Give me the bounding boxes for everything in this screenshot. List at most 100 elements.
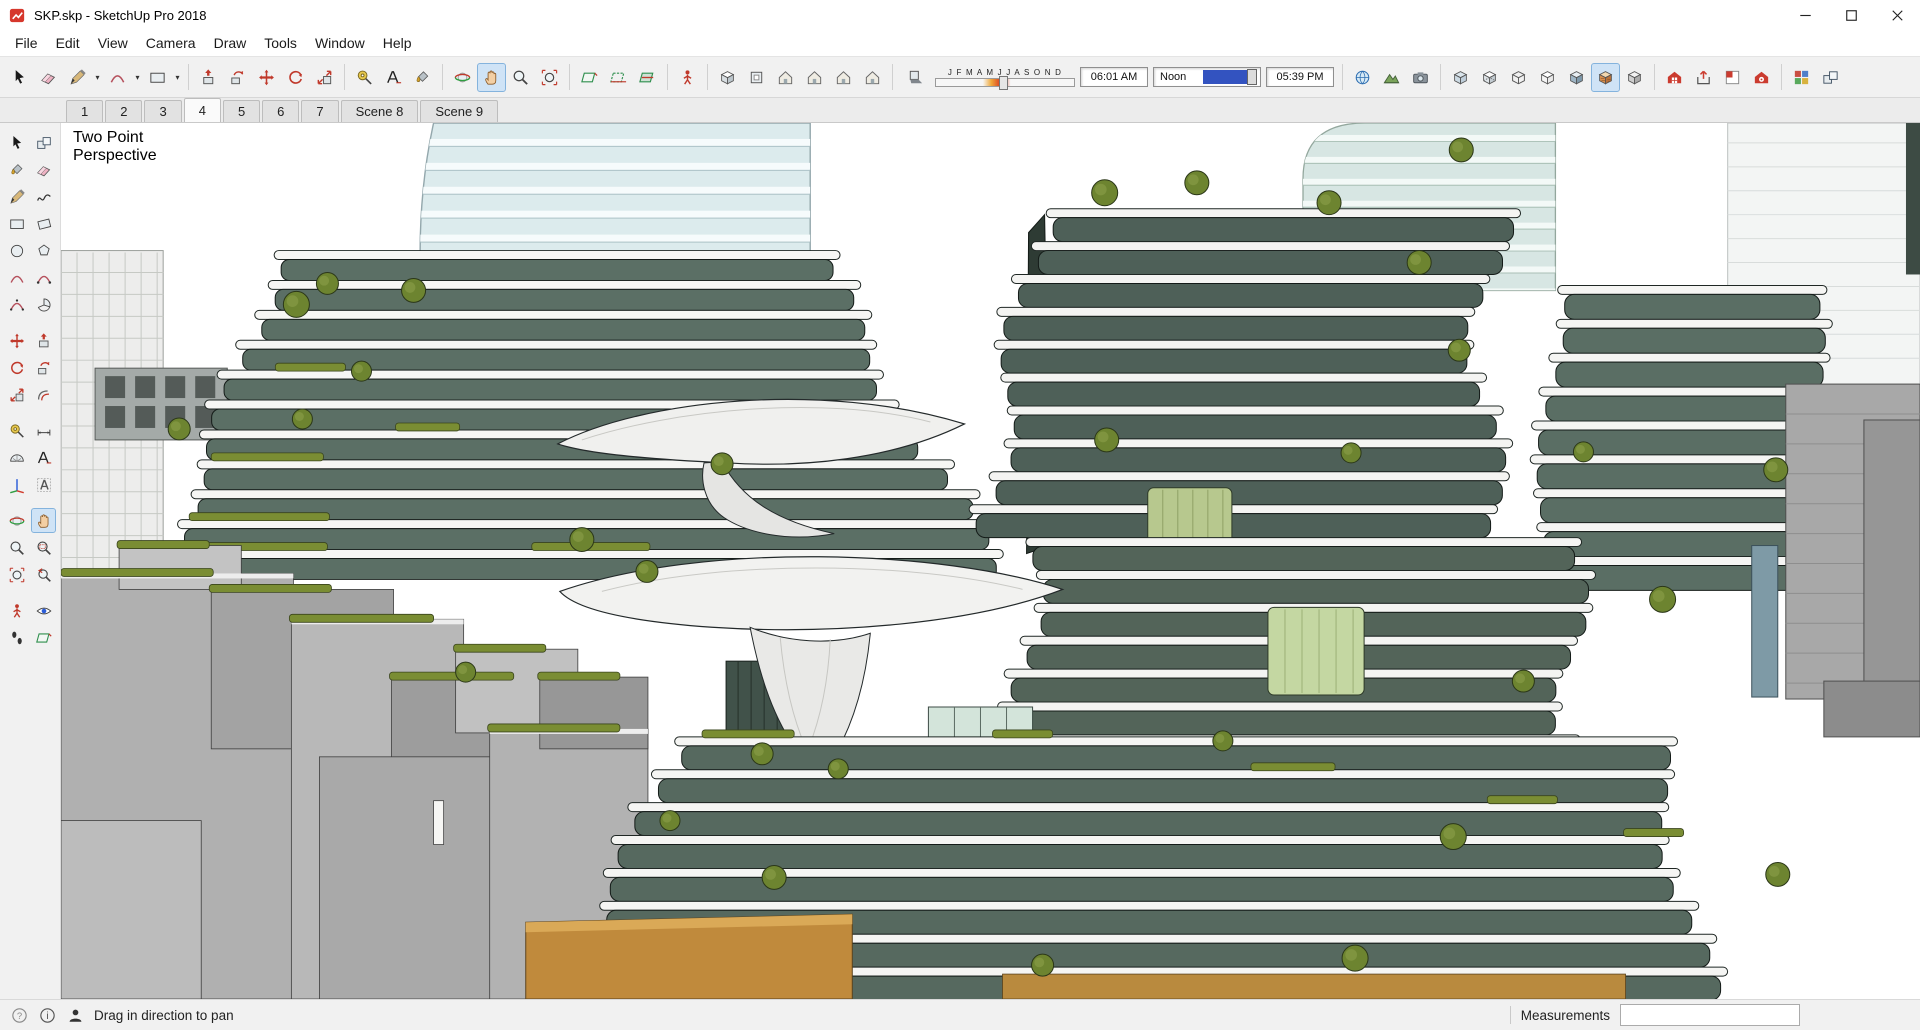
style-wireframe-button[interactable] bbox=[1504, 63, 1533, 92]
maximize-button[interactable] bbox=[1828, 0, 1874, 30]
menu-file[interactable]: File bbox=[6, 31, 47, 55]
scene-tab-7[interactable]: 7 bbox=[301, 100, 339, 122]
style-back-edges-button[interactable] bbox=[1475, 63, 1504, 92]
orbit-button[interactable] bbox=[448, 63, 477, 92]
shadow-time-end[interactable]: 05:39 PM bbox=[1266, 67, 1334, 87]
position-camera-button[interactable] bbox=[673, 63, 702, 92]
extension-warehouse-button[interactable] bbox=[1747, 63, 1776, 92]
scene-tab-scene-9[interactable]: Scene 9 bbox=[420, 100, 499, 122]
rectangle-dropdown[interactable]: ▾ bbox=[172, 63, 183, 92]
style-xray-button[interactable] bbox=[1446, 63, 1475, 92]
menu-window[interactable]: Window bbox=[306, 31, 374, 55]
tool-push-pull[interactable] bbox=[31, 328, 56, 353]
geolocation-user-icon[interactable] bbox=[66, 1006, 85, 1025]
tool-zoom-window[interactable] bbox=[31, 535, 56, 560]
tool-look-around[interactable] bbox=[31, 598, 56, 623]
push-pull-button[interactable] bbox=[194, 63, 223, 92]
materials-panel-button[interactable] bbox=[1787, 63, 1816, 92]
help-icon[interactable]: ? bbox=[10, 1006, 29, 1025]
add-location-button[interactable] bbox=[1348, 63, 1377, 92]
style-hidden-line-button[interactable] bbox=[1533, 63, 1562, 92]
shadow-time-start[interactable]: 06:01 AM bbox=[1080, 67, 1148, 87]
tool-rotated-rectangle[interactable] bbox=[31, 211, 56, 236]
tool-two-point-arc[interactable] bbox=[31, 265, 56, 290]
tool-paint-bucket[interactable] bbox=[4, 157, 29, 182]
scene-tab-6[interactable]: 6 bbox=[262, 100, 300, 122]
line-button[interactable] bbox=[63, 63, 92, 92]
style-shaded-button[interactable] bbox=[1562, 63, 1591, 92]
tool-section-plane[interactable] bbox=[31, 625, 56, 650]
front-view-button[interactable] bbox=[771, 63, 800, 92]
tool-offset[interactable] bbox=[31, 382, 56, 407]
tool-line[interactable] bbox=[4, 184, 29, 209]
tool-dimension[interactable] bbox=[31, 418, 56, 443]
tool-three-point-arc[interactable] bbox=[4, 292, 29, 317]
shadow-date-slider[interactable]: J F M A M J J A S O N D bbox=[935, 68, 1075, 90]
menu-help[interactable]: Help bbox=[374, 31, 421, 55]
3d-warehouse-button[interactable] bbox=[1660, 63, 1689, 92]
zoom-button[interactable] bbox=[506, 63, 535, 92]
menu-view[interactable]: View bbox=[89, 31, 137, 55]
menu-tools[interactable]: Tools bbox=[255, 31, 306, 55]
close-button[interactable] bbox=[1874, 0, 1920, 30]
left-view-button[interactable] bbox=[858, 63, 887, 92]
tool-pie[interactable] bbox=[31, 292, 56, 317]
rotate-button[interactable] bbox=[281, 63, 310, 92]
section-display-button[interactable] bbox=[604, 63, 633, 92]
tool-3d-text[interactable] bbox=[31, 472, 56, 497]
arc-button[interactable] bbox=[103, 63, 132, 92]
tool-zoom[interactable] bbox=[4, 535, 29, 560]
tool-rectangle[interactable] bbox=[4, 211, 29, 236]
style-shaded-textures-button[interactable] bbox=[1591, 62, 1620, 92]
select-button[interactable] bbox=[5, 63, 34, 92]
scene-tab-2[interactable]: 2 bbox=[105, 100, 143, 122]
paint-bucket-button[interactable] bbox=[408, 63, 437, 92]
tool-select[interactable] bbox=[4, 130, 29, 155]
line-dropdown[interactable]: ▾ bbox=[92, 63, 103, 92]
section-cut-button[interactable] bbox=[633, 63, 662, 92]
share-model-button[interactable] bbox=[1689, 63, 1718, 92]
top-view-button[interactable] bbox=[742, 63, 771, 92]
menu-draw[interactable]: Draw bbox=[205, 31, 256, 55]
rectangle-button[interactable] bbox=[143, 63, 172, 92]
tool-position-camera[interactable] bbox=[4, 598, 29, 623]
measurements-input[interactable] bbox=[1620, 1004, 1800, 1026]
minimize-button[interactable] bbox=[1782, 0, 1828, 30]
toggle-terrain-button[interactable] bbox=[1377, 63, 1406, 92]
scene-tab-3[interactable]: 3 bbox=[144, 100, 182, 122]
tool-tape-measure[interactable] bbox=[4, 418, 29, 443]
iso-view-button[interactable] bbox=[713, 63, 742, 92]
scene-tab-1[interactable]: 1 bbox=[66, 100, 104, 122]
tool-freehand[interactable] bbox=[31, 184, 56, 209]
menu-edit[interactable]: Edit bbox=[47, 31, 89, 55]
tool-arc[interactable] bbox=[4, 265, 29, 290]
arc-dropdown[interactable]: ▾ bbox=[132, 63, 143, 92]
tool-zoom-extents[interactable] bbox=[4, 562, 29, 587]
tool-make-component[interactable] bbox=[31, 130, 56, 155]
viewport[interactable]: Two Point Perspective bbox=[61, 123, 1920, 999]
shadow-date-track[interactable] bbox=[935, 75, 1075, 90]
shadow-date-thumb[interactable] bbox=[999, 75, 1009, 90]
shadows-toggle-button[interactable] bbox=[901, 63, 930, 92]
scene-tab-4[interactable]: 4 bbox=[183, 98, 221, 122]
tool-polygon[interactable] bbox=[31, 238, 56, 263]
scale-button[interactable] bbox=[310, 63, 339, 92]
tool-protractor[interactable] bbox=[4, 445, 29, 470]
scene-tab-5[interactable]: 5 bbox=[222, 100, 261, 122]
photo-textures-button[interactable] bbox=[1406, 63, 1435, 92]
tool-follow-me[interactable] bbox=[31, 355, 56, 380]
scene-tab-scene-8[interactable]: Scene 8 bbox=[340, 100, 419, 122]
eraser-button[interactable] bbox=[34, 63, 63, 92]
move-button[interactable] bbox=[252, 63, 281, 92]
tool-text[interactable] bbox=[31, 445, 56, 470]
model-3d-view[interactable] bbox=[61, 123, 1920, 999]
tool-eraser[interactable] bbox=[31, 157, 56, 182]
style-monochrome-button[interactable] bbox=[1620, 63, 1649, 92]
right-view-button[interactable] bbox=[800, 63, 829, 92]
follow-me-button[interactable] bbox=[223, 63, 252, 92]
back-view-button[interactable] bbox=[829, 63, 858, 92]
tool-rotate[interactable] bbox=[4, 355, 29, 380]
tool-pan[interactable] bbox=[31, 508, 56, 533]
tool-orbit[interactable] bbox=[4, 508, 29, 533]
tape-measure-button[interactable] bbox=[350, 63, 379, 92]
